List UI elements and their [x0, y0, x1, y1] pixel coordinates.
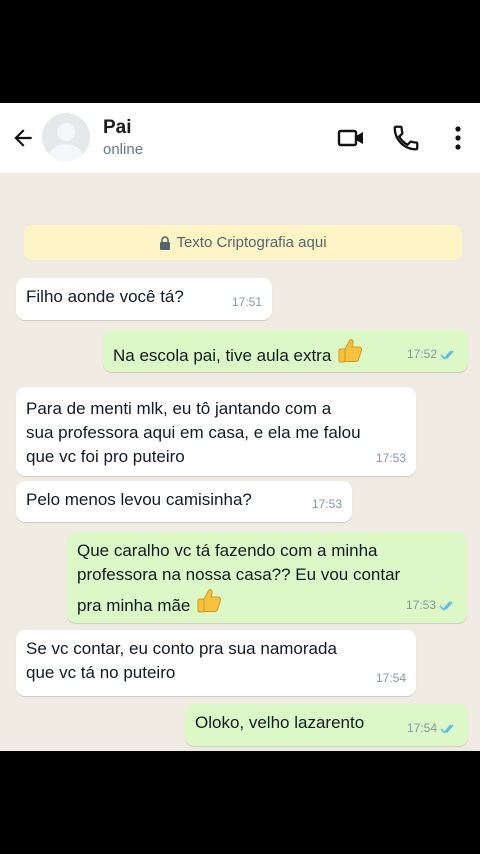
avatar[interactable]: [42, 113, 90, 161]
more-options-icon[interactable]: [444, 123, 472, 153]
back-arrow-icon[interactable]: [10, 125, 36, 151]
read-receipt-icon: [439, 601, 453, 611]
message-bubble-incoming[interactable]: Pelo menos levou camisinha? 17:53: [16, 481, 352, 522]
video-call-icon[interactable]: [336, 123, 366, 153]
message-time: 17:53: [375, 451, 406, 465]
message-list[interactable]: Texto Criptografia aqui Filho aonde você…: [0, 173, 480, 751]
read-receipt-icon: [440, 724, 454, 734]
message-text: Pelo menos levou camisinha?: [26, 490, 252, 509]
message-text: Filho aonde você tá?: [26, 287, 184, 306]
message-text: Oloko, velho lazarento: [195, 713, 365, 732]
message-time: 17:54: [407, 716, 458, 740]
contact-name[interactable]: Pai: [103, 117, 132, 139]
read-receipt-icon: [440, 350, 454, 360]
message-bubble-incoming[interactable]: Para de menti mlk, eu tô jantando com a …: [16, 387, 416, 476]
chat-screen: Pai online Texto Criptografia aqui Filho…: [0, 103, 480, 751]
avatar-placeholder-icon: [49, 123, 83, 161]
message-bubble-outgoing[interactable]: Na escola pai, tive aula extra 17:52: [103, 330, 468, 372]
message-time: 17:53: [311, 497, 342, 511]
message-bubble-outgoing[interactable]: Que caralho vc tá fazendo com a minha pr…: [67, 532, 467, 623]
contact-status: online: [103, 141, 144, 158]
message-bubble-incoming[interactable]: Filho aonde você tá? 17:51: [16, 278, 272, 320]
lock-icon: [160, 235, 171, 250]
message-bubble-outgoing[interactable]: Oloko, velho lazarento 17:54: [185, 704, 468, 746]
message-time: 17:51: [231, 295, 262, 309]
phone-call-icon[interactable]: [391, 123, 421, 153]
message-text: Para de menti mlk, eu tô jantando com a …: [26, 399, 361, 466]
message-time: 17:52: [407, 342, 458, 366]
message-text: Na escola pai, tive aula extra: [113, 337, 364, 368]
thumbs-up-icon: [338, 339, 363, 363]
message-text: Que caralho vc tá fazendo com a minha pr…: [77, 541, 401, 615]
thumbs-up-icon: [197, 589, 222, 613]
message-time: 17:53: [406, 593, 457, 617]
encryption-notice[interactable]: Texto Criptografia aqui: [24, 225, 462, 260]
message-time: 17:54: [375, 671, 406, 685]
message-bubble-incoming[interactable]: Se vc contar, eu conto pra sua namorada …: [16, 630, 416, 696]
message-text: Se vc contar, eu conto pra sua namorada …: [26, 639, 337, 682]
chat-header: Pai online: [0, 103, 480, 173]
encryption-text: Texto Criptografia aqui: [176, 234, 327, 251]
